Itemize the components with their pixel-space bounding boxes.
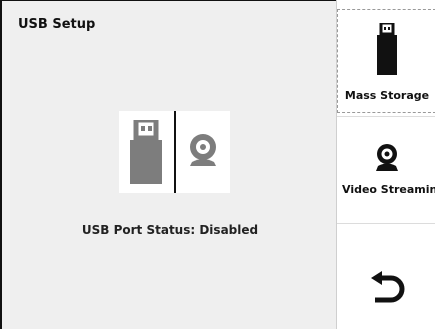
mass-storage-button[interactable]: Mass Storage [337, 9, 435, 113]
video-streaming-button[interactable]: Video Streaming [337, 116, 435, 224]
page-title: USB Setup [18, 17, 96, 32]
webcam-icon [175, 111, 231, 193]
usb-mode-illustration [119, 111, 231, 193]
mass-storage-label: Mass Storage [344, 89, 430, 102]
webcam-icon [374, 143, 400, 177]
sidebar: Mass Storage Video Streaming [336, 0, 435, 329]
undo-arrow-icon [369, 271, 405, 307]
back-button[interactable] [337, 226, 435, 329]
usb-port-status: USB Port Status: Disabled [81, 223, 259, 237]
video-streaming-label: Video Streaming [342, 183, 435, 196]
usb-drive-icon [376, 21, 398, 79]
usb-setup-screen: USB Setup USB Port Status: Disabled Mass… [0, 0, 435, 329]
usb-drive-icon [119, 111, 174, 193]
main-panel: USB Setup USB Port Status: Disabled [0, 0, 336, 329]
